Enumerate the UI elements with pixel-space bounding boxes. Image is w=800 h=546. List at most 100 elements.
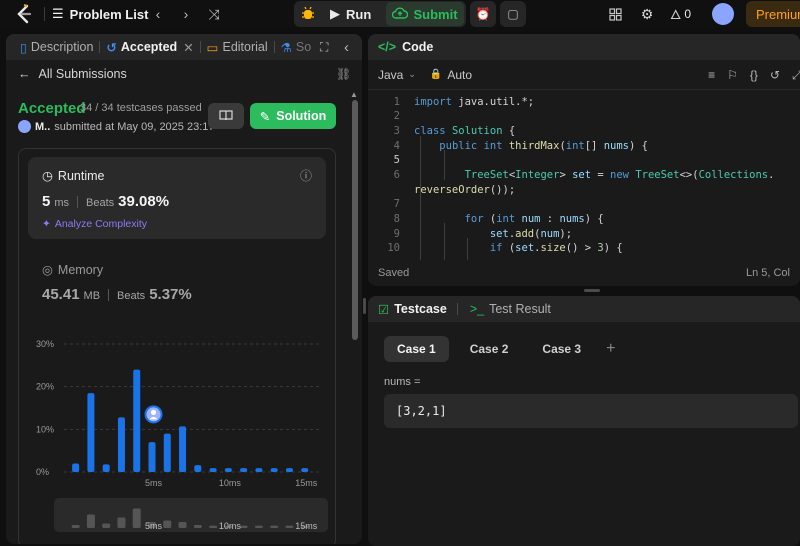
solution-button[interactable]: ✎ Solution xyxy=(250,103,336,129)
user-avatar-small[interactable] xyxy=(18,120,31,133)
submission-panel: ▯ Description ↺ Accepted ✕ ▭ Editorial ⚗… xyxy=(6,34,362,544)
x-tick-label: 15ms xyxy=(295,478,318,488)
language-select[interactable]: Java ⌄ xyxy=(378,68,416,82)
runtime-distribution-chart[interactable]: 30% 20% 10% 0% 5ms 10ms 15ms 5ms 10ms 15ms xyxy=(28,336,348,544)
problem-list-link[interactable]: ☰ Problem List xyxy=(52,4,148,24)
divider xyxy=(44,7,45,21)
editor-status-bar: Saved Ln 5, Col xyxy=(368,260,800,286)
code-line-wrap: reverseOrder()); xyxy=(414,184,516,196)
layout-grid-icon[interactable] xyxy=(606,5,624,23)
memory-value-row: 45.41 MB Beats 5.37% xyxy=(42,286,192,303)
line-number: 10 xyxy=(387,242,400,254)
tab-test-result[interactable]: >_ Test Result xyxy=(470,302,551,316)
y-tick-label: 20% xyxy=(36,382,54,392)
line-number: 8 xyxy=(393,213,400,225)
chart-bar xyxy=(301,468,309,472)
mini-bar xyxy=(163,520,172,528)
all-submissions-link[interactable]: ← All Submissions xyxy=(12,62,362,86)
horizontal-resize-handle[interactable] xyxy=(584,289,600,292)
marker-head xyxy=(150,409,157,415)
runtime-title-label: Runtime xyxy=(57,168,105,183)
history-icon: ↺ xyxy=(106,40,117,55)
clock-icon: ◷ xyxy=(42,169,53,183)
notes-icon[interactable]: ▢ xyxy=(500,1,526,27)
submit-label: Submit xyxy=(413,6,458,22)
next-problem-icon[interactable]: › xyxy=(176,4,196,24)
tab-solutions[interactable]: ⚗ So xyxy=(275,34,315,60)
case-3-tab[interactable]: Case 3 xyxy=(529,336,594,362)
collapse-panel-icon[interactable]: ‹ xyxy=(344,34,349,60)
expand-icon[interactable]: ⤢ xyxy=(792,68,800,83)
runtime-unit: ms xyxy=(54,197,70,209)
play-icon: ▶ xyxy=(330,6,340,21)
username[interactable]: M.. xyxy=(35,121,50,133)
open-book-icon xyxy=(219,109,233,124)
prev-problem-icon[interactable]: ‹ xyxy=(148,4,168,24)
auto-mode[interactable]: 🔒 Auto xyxy=(430,68,472,82)
testcases-passed: 34 / 34 testcases passed xyxy=(80,102,202,114)
analyze-complexity-link[interactable]: ✦ Analyze Complexity xyxy=(42,218,147,230)
sparkle-icon: ✦ xyxy=(42,218,51,230)
code-editor[interactable]: 1 import java.util.*; 2 3 class Solution… xyxy=(368,90,800,260)
streak-counter[interactable]: 🜂 0 xyxy=(670,4,691,24)
code-line: TreeSet<Integer> set = new TreeSet<>(Col… xyxy=(464,169,775,181)
notebook-button[interactable] xyxy=(208,103,244,129)
back-arrow-icon: ← xyxy=(18,67,31,81)
chart-bar xyxy=(72,463,80,472)
leetcode-logo-icon[interactable] xyxy=(14,4,34,24)
vertical-resize-handle[interactable] xyxy=(363,298,366,314)
scroll-up-icon[interactable]: ▲ xyxy=(350,90,360,99)
code-line: import java.util.*; xyxy=(414,96,535,108)
reset-icon[interactable]: ↺ xyxy=(770,68,780,82)
chart-bar xyxy=(179,426,187,472)
tab-editorial[interactable]: ▭ Editorial xyxy=(201,34,274,60)
mini-bar xyxy=(285,525,294,528)
settings-gear-icon[interactable]: ⚙ xyxy=(638,5,656,23)
nums-input[interactable]: [3,2,1] xyxy=(384,394,798,428)
submit-button[interactable]: Submit xyxy=(386,2,464,26)
chart-bar xyxy=(270,468,278,472)
tab-test-result-label: Test Result xyxy=(489,302,551,316)
memory-beats-label: Beats xyxy=(117,290,146,302)
chart-bar xyxy=(163,433,171,472)
tab-description[interactable]: ▯ Description xyxy=(14,34,99,60)
braces-icon[interactable]: {} xyxy=(750,68,758,82)
runtime-card[interactable]: ◷ Runtime ⓘ 5 ms Beats 39.08% ✦ Analyze … xyxy=(28,157,326,239)
debug-icon[interactable] xyxy=(298,4,318,24)
run-button[interactable]: ▶ Run xyxy=(322,2,379,26)
bookmark-icon[interactable]: ⚐ xyxy=(727,68,738,82)
premium-button[interactable]: Premium xyxy=(746,1,800,27)
format-icon[interactable]: ≡ xyxy=(708,68,715,82)
chart-bar xyxy=(240,468,248,472)
input-label: nums = xyxy=(384,376,421,388)
line-number: 3 xyxy=(393,125,400,137)
case-2-tab[interactable]: Case 2 xyxy=(457,336,522,362)
mini-bar xyxy=(209,525,218,528)
checkbox-icon: ☑ xyxy=(378,302,390,317)
add-case-icon[interactable]: + xyxy=(606,340,615,358)
line-number: 9 xyxy=(393,228,400,240)
share-link-icon[interactable]: ⛓ xyxy=(336,67,351,81)
timer-icon[interactable]: ⏰ xyxy=(470,1,496,27)
mini-bar xyxy=(270,525,279,528)
close-tab-icon[interactable]: ✕ xyxy=(183,40,193,55)
tab-divider xyxy=(456,303,458,315)
maximize-icon[interactable]: ⛶ xyxy=(320,34,328,60)
tab-accepted[interactable]: ↺ Accepted ✕ xyxy=(100,34,199,60)
case-label: Case 2 xyxy=(469,342,509,356)
line-number: 5 xyxy=(393,154,400,166)
case-label: Case 3 xyxy=(542,342,582,356)
shuffle-icon[interactable]: ⤨ xyxy=(204,4,224,24)
chart-bar xyxy=(194,465,202,472)
user-avatar[interactable] xyxy=(712,3,734,25)
edit-icon: ✎ xyxy=(259,109,271,124)
memory-title[interactable]: ◎ Memory xyxy=(42,262,103,278)
line-number: 7 xyxy=(393,198,400,210)
code-line: public int thirdMax(int[] nums) { xyxy=(439,140,648,152)
runtime-beats-value: 39.08% xyxy=(118,193,170,210)
memory-value: 45.41 xyxy=(42,286,80,303)
panel-scrollbar-thumb[interactable] xyxy=(352,100,358,340)
info-icon[interactable]: ⓘ xyxy=(300,167,312,184)
tab-testcase[interactable]: ☑ Testcase xyxy=(378,302,447,317)
case-1-tab[interactable]: Case 1 xyxy=(384,336,449,362)
